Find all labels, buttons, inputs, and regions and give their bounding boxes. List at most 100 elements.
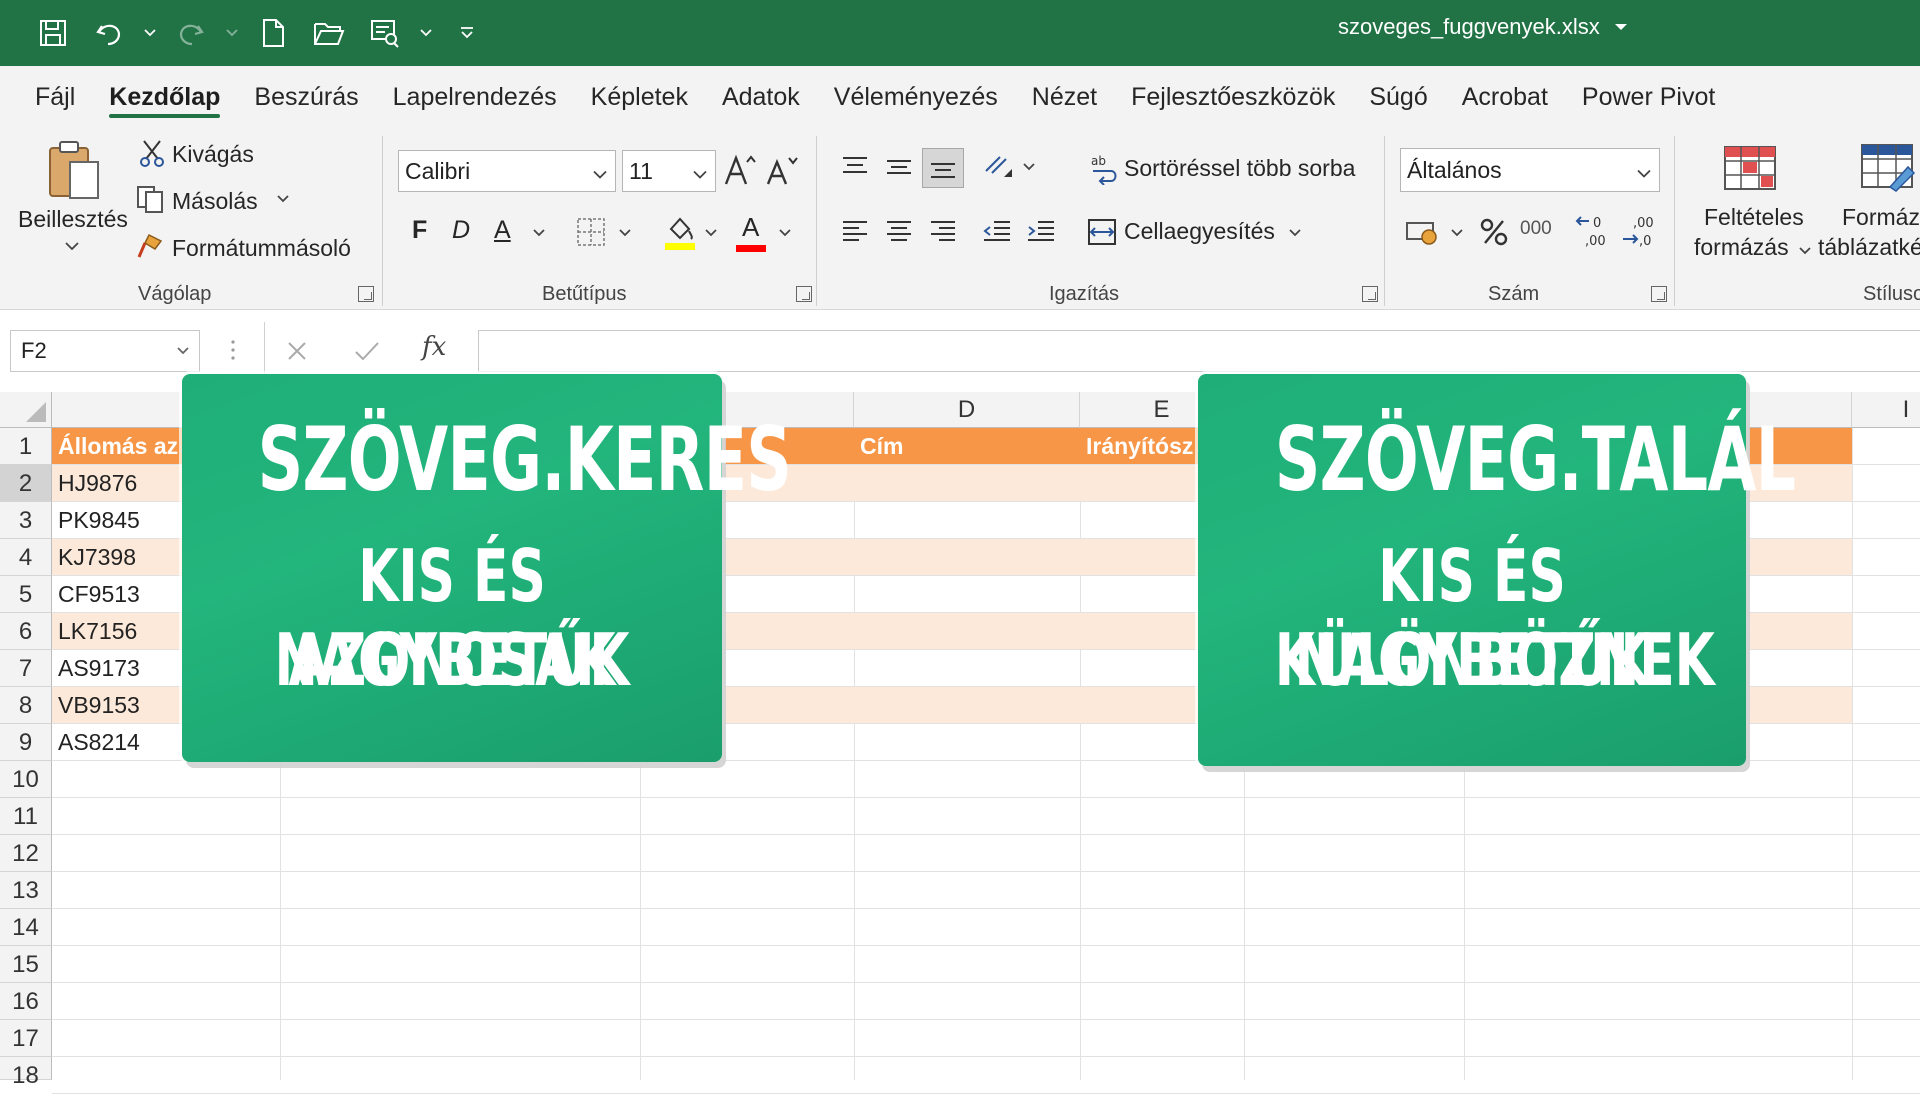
row-header-9[interactable]: 9 [0,724,52,761]
tab-page-layout[interactable]: Lapelrendezés [376,66,574,128]
conditional-formatting-line2[interactable]: formázás [1694,234,1789,261]
open-file-button[interactable] [306,10,352,56]
font-dialog-launcher[interactable] [796,286,812,302]
row-header-18[interactable]: 18 [0,1057,52,1089]
copy-icon[interactable] [134,184,166,214]
tab-developer[interactable]: Fejlesztőeszközök [1114,66,1352,128]
undo-dropdown[interactable] [142,10,158,56]
copy-button[interactable]: Másolás [172,188,258,215]
save-button[interactable] [30,10,76,56]
number-dialog-launcher[interactable] [1651,286,1667,302]
comma-style-button[interactable]: 000 [1520,218,1552,240]
row-header-16[interactable]: 16 [0,983,52,1020]
row-header-5[interactable]: 5 [0,576,52,613]
accounting-format-button[interactable] [1404,216,1440,248]
align-left-button[interactable] [838,216,872,246]
cut-button[interactable]: Kivágás [172,141,254,168]
table-row[interactable] [52,909,1920,946]
format-as-table-line2[interactable]: táblázatké [1818,234,1920,261]
align-center-button[interactable] [882,216,916,246]
borders-dropdown[interactable] [618,228,632,238]
column-header-i[interactable]: I [1852,392,1920,428]
accounting-dropdown[interactable] [1450,228,1464,238]
row-header-17[interactable]: 17 [0,1020,52,1057]
redo-button[interactable] [168,10,214,56]
redo-dropdown[interactable] [224,10,240,56]
tab-file[interactable]: Fájl [18,66,92,128]
align-right-button[interactable] [926,216,960,246]
tab-power-pivot[interactable]: Power Pivot [1565,66,1732,128]
customize-qat-button[interactable] [444,10,490,56]
paste-button[interactable] [44,138,104,204]
paste-label[interactable]: Beillesztés [18,206,128,233]
row-header-13[interactable]: 13 [0,872,52,909]
cell-d1[interactable]: Cím [854,428,1080,465]
row-header-3[interactable]: 3 [0,502,52,539]
row-header-15[interactable]: 15 [0,946,52,983]
table-row[interactable] [52,1020,1920,1057]
insert-function-button[interactable]: fx [422,332,446,362]
decrease-font-size-button[interactable] [764,150,800,190]
orientation-button[interactable] [980,148,1020,184]
fill-color-button[interactable] [662,212,698,252]
conditional-formatting-line1[interactable]: Feltételes [1704,204,1804,231]
tab-help[interactable]: Súgó [1352,66,1444,128]
alignment-dialog-launcher[interactable] [1362,286,1378,302]
row-header-1[interactable]: 1 [0,428,52,465]
table-row[interactable] [52,983,1920,1020]
bold-button[interactable]: F [412,216,427,245]
tab-view[interactable]: Nézet [1015,66,1114,128]
tab-review[interactable]: Véleményezés [817,66,1015,128]
row-header-7[interactable]: 7 [0,650,52,687]
increase-indent-button[interactable] [1024,216,1058,246]
font-color-dropdown[interactable] [778,228,792,238]
table-row[interactable] [52,761,1920,798]
decrease-decimal-button[interactable]: ,00,0 [1620,212,1660,250]
percent-style-button[interactable] [1476,214,1512,250]
merge-dropdown[interactable] [1288,228,1302,238]
underline-button[interactable]: A [494,216,511,245]
copy-dropdown[interactable] [276,194,290,204]
row-header-11[interactable]: 11 [0,798,52,835]
tab-insert[interactable]: Beszúrás [237,66,375,128]
tab-data[interactable]: Adatok [705,66,817,128]
borders-button[interactable] [574,216,608,248]
table-row[interactable] [52,946,1920,983]
font-color-button[interactable]: A [742,212,759,243]
new-file-button[interactable] [250,10,296,56]
print-dropdown[interactable] [418,10,434,56]
cut-icon[interactable] [138,138,166,168]
row-header-8[interactable]: 8 [0,687,52,724]
wrap-text-button[interactable]: Sortöréssel több sorba [1124,155,1355,182]
italic-button[interactable]: D [452,216,470,245]
align-bottom-button[interactable] [922,148,964,188]
align-middle-button[interactable] [882,152,916,182]
table-row[interactable] [52,1057,1920,1094]
cancel-entry-button[interactable] [282,336,312,366]
row-header-10[interactable]: 10 [0,761,52,798]
tab-home[interactable]: Kezdőlap [92,66,237,128]
conditional-formatting-dropdown[interactable] [1798,246,1812,256]
increase-font-size-button[interactable] [722,150,758,190]
column-header-d[interactable]: D [854,392,1080,428]
format-as-table-icon[interactable] [1860,144,1916,192]
select-all-button[interactable] [0,392,52,428]
font-name-select[interactable]: Calibri [398,150,616,192]
row-header-6[interactable]: 6 [0,613,52,650]
table-row[interactable] [52,872,1920,909]
print-preview-button[interactable] [362,10,408,56]
undo-button[interactable] [86,10,132,56]
paste-dropdown[interactable] [64,240,80,252]
table-row[interactable] [52,835,1920,872]
format-painter-icon[interactable] [134,230,166,262]
fill-color-dropdown[interactable] [704,228,718,238]
tab-acrobat[interactable]: Acrobat [1445,66,1565,128]
row-header-14[interactable]: 14 [0,909,52,946]
tab-formulas[interactable]: Képletek [574,66,705,128]
format-as-table-line1[interactable]: Formáz [1842,204,1920,231]
align-top-button[interactable] [838,152,872,182]
increase-decimal-button[interactable]: 0,00 [1574,212,1614,250]
merge-center-button[interactable]: Cellaegyesítés [1124,218,1275,245]
name-box[interactable]: F2 [10,330,200,372]
wrap-text-icon[interactable]: ab [1088,152,1120,186]
